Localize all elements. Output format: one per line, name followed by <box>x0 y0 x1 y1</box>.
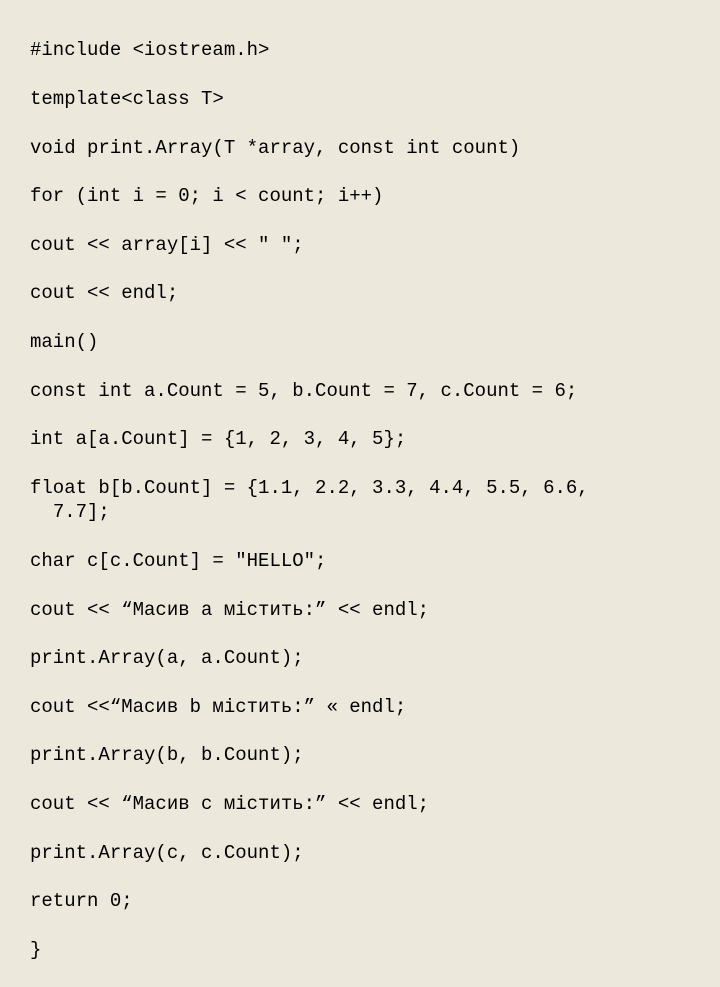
code-line: int a[a.Count] = {1, 2, 3, 4, 5}; <box>30 427 720 451</box>
code-line: print.Array(c, c.Count); <box>30 841 720 865</box>
code-line: cout << array[i] << " "; <box>30 233 720 257</box>
code-line: cout << endl; <box>30 281 720 305</box>
code-line: return 0; <box>30 889 720 913</box>
code-line: const int a.Count = 5, b.Count = 7, c.Co… <box>30 379 720 403</box>
code-line: char c[c.Count] = "HELLO"; <box>30 549 720 573</box>
code-line: print.Array(a, a.Count); <box>30 646 720 670</box>
code-line: void print.Array(T *array, const int cou… <box>30 136 720 160</box>
code-line: cout <<“Масив b містить:” « endl; <box>30 695 720 719</box>
code-block: #include <iostream.h> template<class T> … <box>0 0 720 987</box>
code-line: cout << “Масив a містить:” << endl; <box>30 598 720 622</box>
code-line: template<class T> <box>30 87 720 111</box>
code-line: for (int i = 0; i < count; i++) <box>30 184 720 208</box>
code-line: } <box>30 938 720 962</box>
code-line: float b[b.Count] = {1.1, 2.2, 3.3, 4.4, … <box>30 476 720 525</box>
code-line: #include <iostream.h> <box>30 38 720 62</box>
code-line: main() <box>30 330 720 354</box>
code-line: print.Array(b, b.Count); <box>30 743 720 767</box>
code-line: cout << “Масив c містить:” << endl; <box>30 792 720 816</box>
